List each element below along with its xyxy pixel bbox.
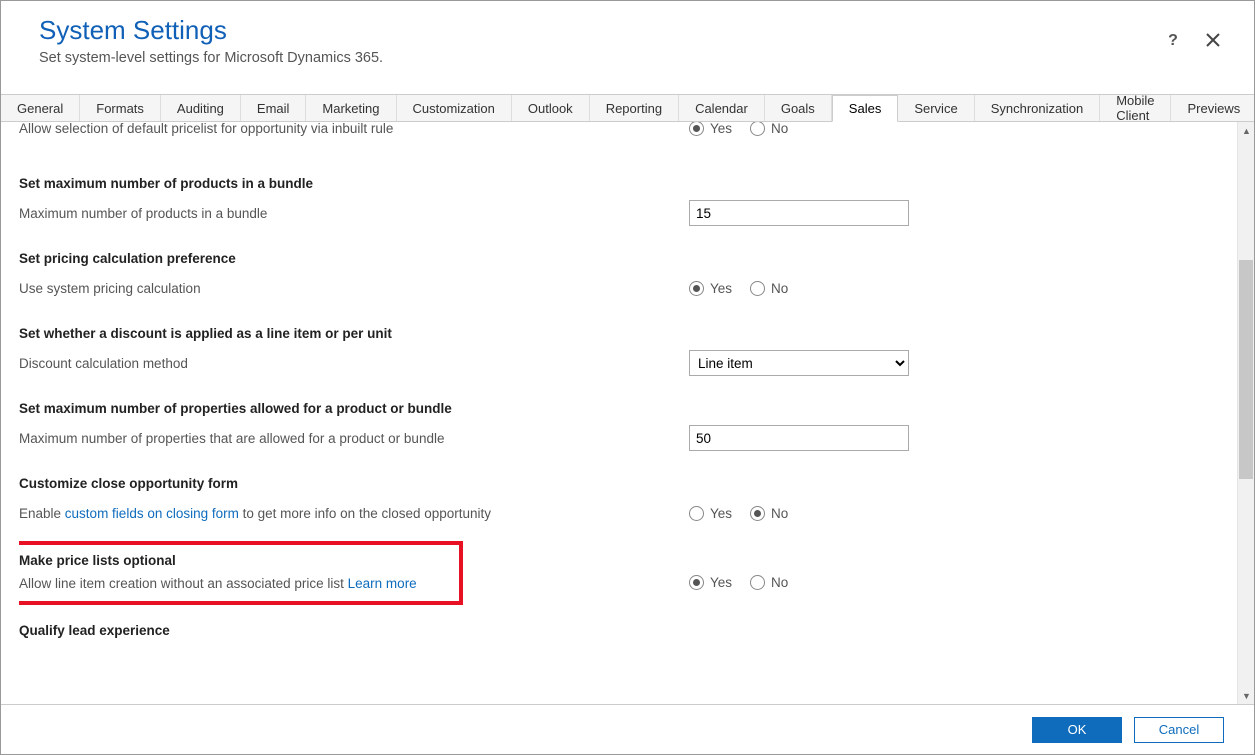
- pricelists-optional-yes[interactable]: Yes: [689, 575, 732, 590]
- max-props-heading: Set maximum number of properties allowed…: [19, 401, 1237, 416]
- scroll-track[interactable]: [1238, 139, 1254, 687]
- close-opp-heading: Customize close opportunity form: [19, 476, 1237, 491]
- scroll-down-arrow[interactable]: ▼: [1238, 687, 1254, 704]
- pricelists-optional-label: Allow line item creation without an asso…: [19, 576, 449, 591]
- tab-reporting[interactable]: Reporting: [590, 95, 679, 121]
- pricelists-optional-heading: Make price lists optional: [19, 553, 449, 568]
- tab-goals[interactable]: Goals: [765, 95, 832, 121]
- default-pricelist-no[interactable]: No: [750, 122, 788, 136]
- discount-method-select[interactable]: Line item: [689, 350, 909, 376]
- svg-text:?: ?: [1168, 32, 1178, 48]
- tab-sales[interactable]: Sales: [832, 95, 899, 122]
- pricing-pref-heading: Set pricing calculation preference: [19, 251, 1237, 266]
- tab-strip: General Formats Auditing Email Marketing…: [1, 94, 1254, 122]
- close-opp-no[interactable]: No: [750, 506, 788, 521]
- scroll-up-arrow[interactable]: ▲: [1238, 122, 1254, 139]
- tab-email[interactable]: Email: [241, 95, 307, 121]
- tab-formats[interactable]: Formats: [80, 95, 161, 121]
- discount-label: Discount calculation method: [19, 356, 689, 371]
- tab-synchronization[interactable]: Synchronization: [975, 95, 1101, 121]
- dialog-footer: OK Cancel: [1, 704, 1254, 754]
- tab-outlook[interactable]: Outlook: [512, 95, 590, 121]
- system-settings-window: System Settings Set system-level setting…: [0, 0, 1255, 755]
- close-opp-yes[interactable]: Yes: [689, 506, 732, 521]
- cancel-button[interactable]: Cancel: [1134, 717, 1224, 743]
- discount-heading: Set whether a discount is applied as a l…: [19, 326, 1237, 341]
- pricelists-optional-highlight: Make price lists optional Allow line ite…: [19, 541, 463, 605]
- max-props-input[interactable]: [689, 425, 909, 451]
- tab-calendar[interactable]: Calendar: [679, 95, 765, 121]
- ok-button[interactable]: OK: [1032, 717, 1122, 743]
- default-pricelist-yes[interactable]: Yes: [689, 122, 732, 136]
- close-icon[interactable]: [1202, 29, 1224, 51]
- pricelists-optional-no[interactable]: No: [750, 575, 788, 590]
- default-pricelist-label: Allow selection of default pricelist for…: [19, 122, 689, 136]
- close-opp-label: Enable custom fields on closing form to …: [19, 506, 689, 521]
- max-products-heading: Set maximum number of products in a bund…: [19, 176, 1237, 191]
- custom-fields-link[interactable]: custom fields on closing form: [65, 506, 239, 521]
- tab-previews[interactable]: Previews: [1171, 95, 1255, 121]
- vertical-scrollbar[interactable]: ▲ ▼: [1237, 122, 1254, 704]
- scroll-thumb[interactable]: [1239, 260, 1253, 479]
- help-icon[interactable]: ?: [1162, 29, 1184, 51]
- page-subtitle: Set system-level settings for Microsoft …: [39, 50, 1232, 66]
- pricing-pref-label: Use system pricing calculation: [19, 281, 689, 296]
- page-title: System Settings: [39, 15, 1232, 46]
- max-props-label: Maximum number of properties that are al…: [19, 431, 689, 446]
- pricing-pref-yes[interactable]: Yes: [689, 281, 732, 296]
- sales-tab-content: Set whether the default pricelist for an…: [1, 122, 1237, 704]
- tab-marketing[interactable]: Marketing: [306, 95, 396, 121]
- max-products-label: Maximum number of products in a bundle: [19, 206, 689, 221]
- tab-mobile-client[interactable]: Mobile Client: [1100, 95, 1171, 121]
- pricing-pref-no[interactable]: No: [750, 281, 788, 296]
- dialog-header: System Settings Set system-level setting…: [1, 1, 1254, 76]
- tab-general[interactable]: General: [1, 95, 80, 121]
- tab-customization[interactable]: Customization: [397, 95, 512, 121]
- tab-service[interactable]: Service: [898, 95, 974, 121]
- learn-more-link[interactable]: Learn more: [348, 576, 417, 591]
- max-products-input[interactable]: [689, 200, 909, 226]
- tab-auditing[interactable]: Auditing: [161, 95, 241, 121]
- qualify-lead-heading: Qualify lead experience: [19, 623, 1237, 638]
